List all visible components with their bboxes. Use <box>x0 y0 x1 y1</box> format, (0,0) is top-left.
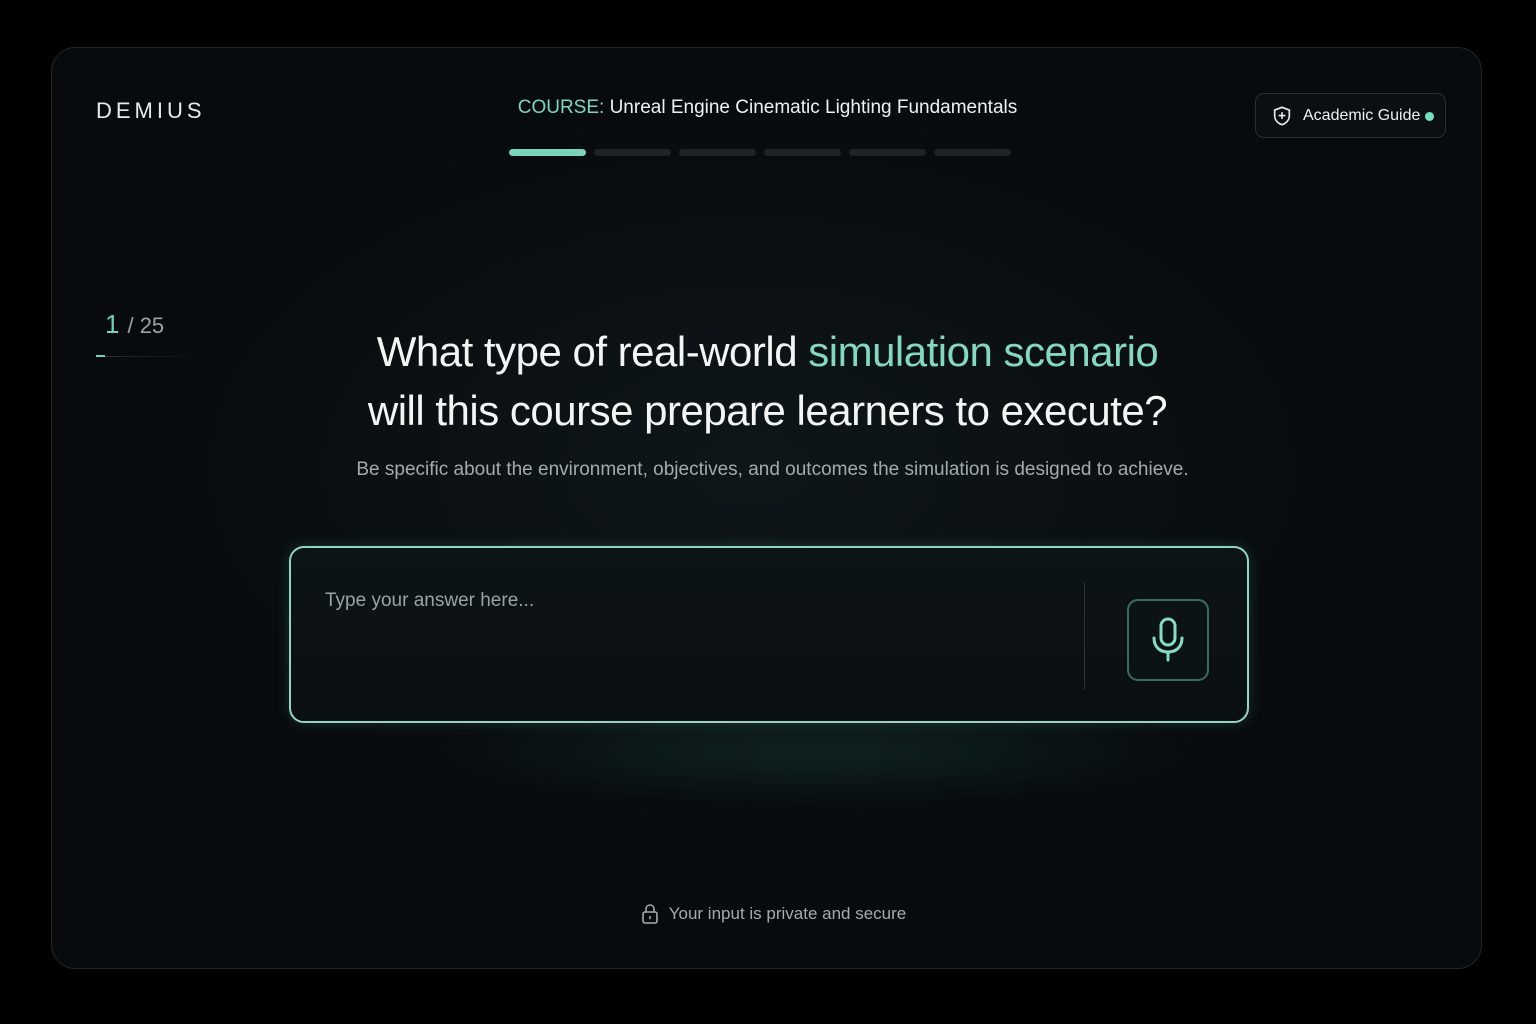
course-prefix: COURSE: <box>517 97 605 118</box>
microphone-icon <box>1149 616 1187 664</box>
answer-box <box>289 546 1249 723</box>
lock-icon <box>641 903 659 925</box>
course-name: Unreal Engine Cinematic Lighting Fundame… <box>609 97 1018 118</box>
app-frame: DEMIUS COURSE: Unreal Engine Cinematic L… <box>51 47 1482 969</box>
academic-guide-button[interactable]: Academic Guide <box>1255 93 1446 138</box>
progress-segment-5 <box>849 149 926 156</box>
answer-divider <box>1084 582 1085 690</box>
step-progress <box>509 149 1011 156</box>
question-text-end: will this course prepare learners to exe… <box>367 387 1168 434</box>
progress-segment-1 <box>509 149 586 156</box>
shield-icon <box>1271 105 1293 127</box>
privacy-text: Your input is private and secure <box>668 904 907 923</box>
progress-segment-4 <box>764 149 841 156</box>
progress-segment-6 <box>934 149 1011 156</box>
progress-segment-3 <box>679 149 756 156</box>
privacy-note: Your input is private and secure <box>52 903 1481 925</box>
microphone-button[interactable] <box>1127 599 1209 681</box>
status-dot <box>1425 112 1434 121</box>
question-highlight: simulation scenario <box>808 328 1159 375</box>
progress-segment-2 <box>594 149 671 156</box>
question-heading: What type of real-world simulation scena… <box>52 322 1481 440</box>
answer-input[interactable] <box>325 590 1065 690</box>
academic-guide-label: Academic Guide <box>1303 106 1421 124</box>
question-text-start: What type of real-world <box>376 328 809 375</box>
question-hint: Be specific about the environment, objec… <box>356 459 1189 480</box>
